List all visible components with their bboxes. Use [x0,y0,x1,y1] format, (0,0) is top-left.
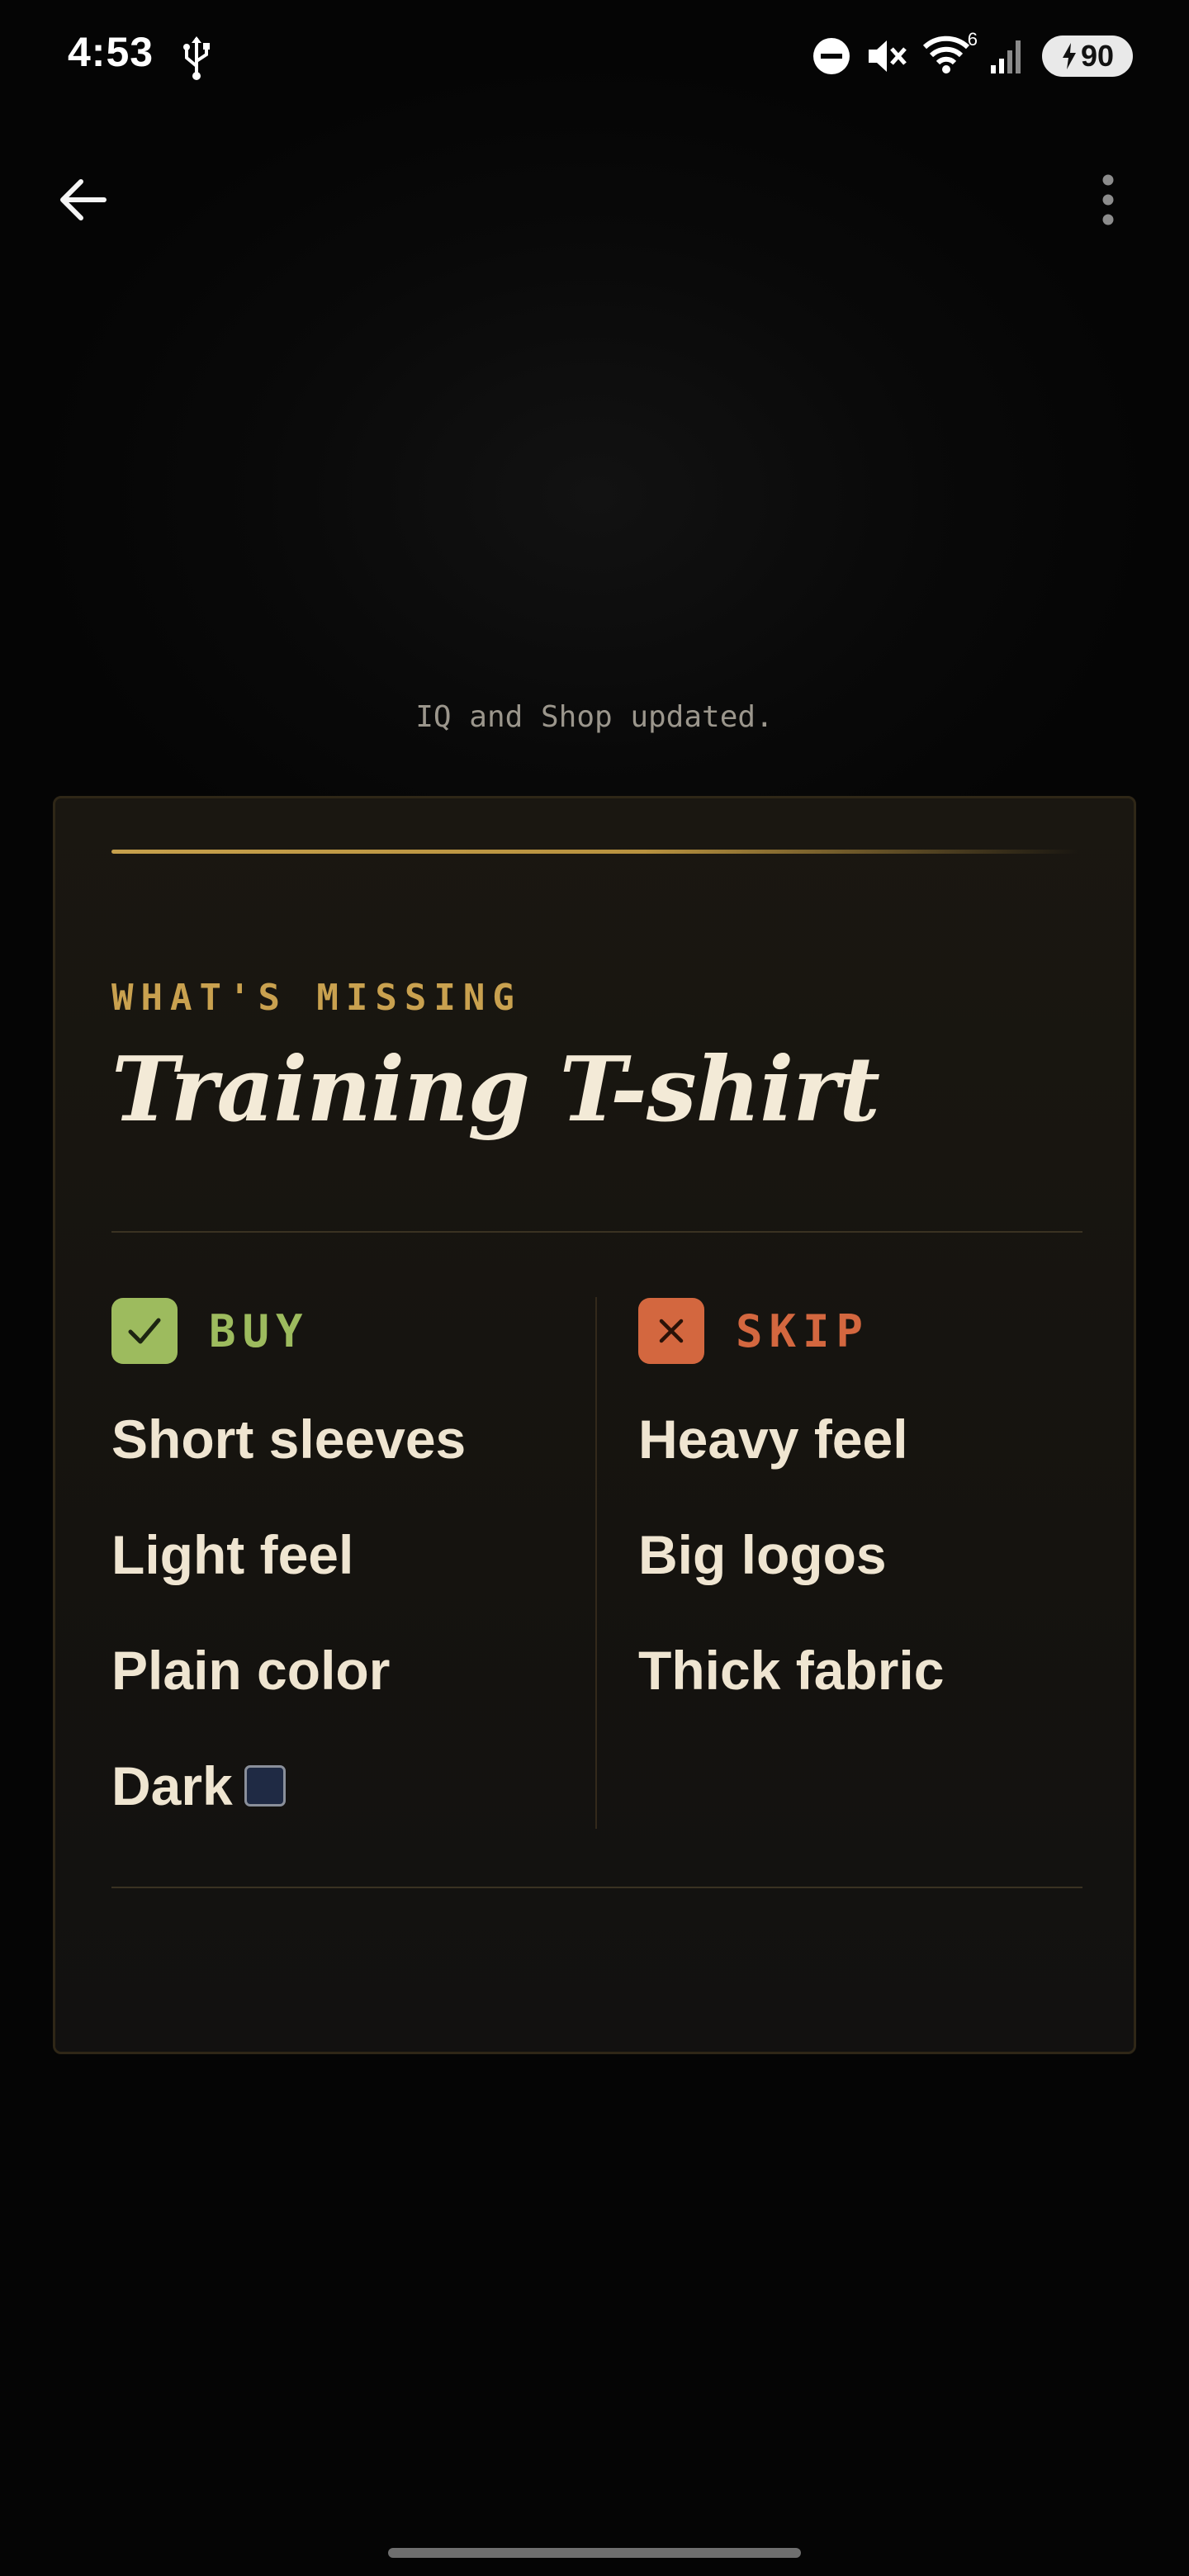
buy-label: BUY [209,1305,310,1357]
update-status-text: IQ and Shop updated. [415,700,774,734]
battery-indicator: 90 [1042,36,1133,77]
skip-item: Big logos [638,1524,887,1585]
check-icon [128,1318,161,1344]
buy-item-dark: Dark [111,1728,466,1844]
accent-line [111,850,1079,854]
buy-item: Plain color [111,1640,391,1701]
buy-badge [111,1298,178,1364]
usb-icon [183,36,210,80]
battery-charging-icon [1062,43,1076,69]
arrow-left-icon [60,179,107,220]
divider [111,1887,1082,1888]
dark-color-swatch [244,1765,286,1807]
skip-badge [638,1298,704,1364]
wifi-icon: 6 [922,29,978,77]
skip-item: Thick fabric [638,1640,945,1701]
signal-icon [991,40,1021,73]
buy-item: Short sleeves [111,1409,467,1470]
card-eyebrow: WHAT'S MISSING [111,977,522,1019]
skip-item: Heavy feel [638,1409,908,1470]
x-icon [659,1319,684,1343]
skip-label: SKIP [736,1305,870,1357]
home-indicator[interactable] [388,2548,801,2558]
status-bar: 4:53 6 90 [0,0,1189,109]
buy-header: BUY [111,1297,466,1365]
buy-column: BUY Short sleeves Light feel Plain color… [111,1297,466,1844]
battery-level: 90 [1080,39,1115,73]
more-vert-icon [1102,174,1114,225]
card-title: Training T-shirt [111,1038,880,1142]
whats-missing-card: WHAT'S MISSING Training T-shirt BUY Shor… [53,796,1136,2054]
wifi-badge: 6 [967,29,978,50]
buy-item-label: Dark [111,1755,233,1816]
mute-icon [869,40,907,72]
buy-item: Light feel [111,1524,354,1585]
overflow-menu-button[interactable] [1073,162,1143,238]
status-icons: 6 90 [812,29,1133,81]
column-divider [595,1297,597,1829]
skip-column: SKIP Heavy feel Big logos Thick fabric [638,1297,944,1728]
back-button[interactable] [48,165,117,234]
divider [111,1231,1082,1233]
do-not-disturb-icon [813,38,850,74]
skip-header: SKIP [638,1297,944,1365]
status-time: 4:53 [68,29,154,75]
